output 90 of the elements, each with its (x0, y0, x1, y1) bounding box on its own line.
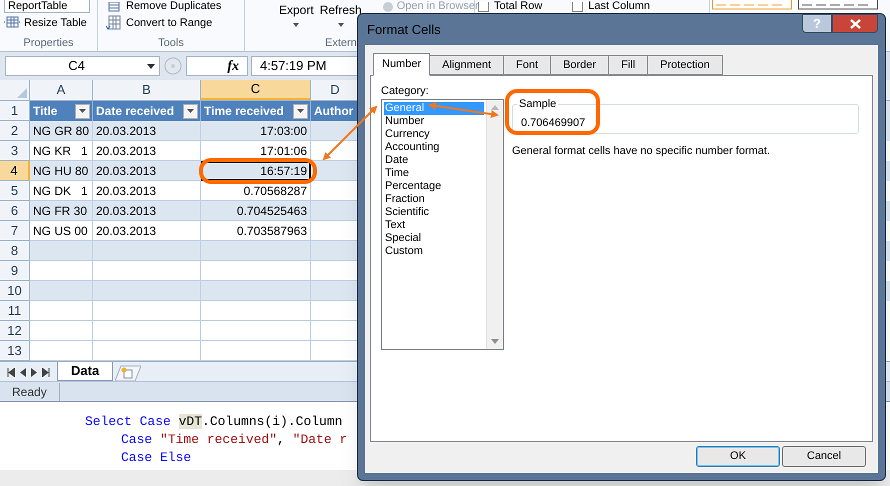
dialog-button[interactable]: OK (696, 446, 780, 467)
category-item[interactable]: Fraction (384, 193, 484, 206)
column-title: Date received (96, 103, 176, 120)
sample-label: Sample (518, 97, 558, 112)
table-style-thumbnail[interactable] (712, 0, 792, 10)
scrollbar[interactable] (486, 100, 503, 349)
row-header[interactable]: 6 (0, 201, 30, 221)
row-header[interactable]: 5 (0, 181, 30, 201)
category-item[interactable]: Scientific (384, 206, 484, 219)
scroll-down-icon[interactable] (491, 339, 499, 344)
grip-icon[interactable] (163, 56, 183, 76)
ribbon-button[interactable]: Export (279, 0, 314, 34)
first-sheet-icon[interactable] (7, 368, 15, 376)
checkbox[interactable]: Total Row (478, 0, 542, 13)
category-item[interactable]: Accounting (384, 141, 484, 154)
caret-icon (187, 109, 194, 113)
dialog-title: Format Cells (366, 20, 441, 39)
dialog-tab[interactable]: Alignment (429, 55, 504, 75)
ribbon-button[interactable]: Refresh (320, 0, 362, 34)
table-name-field[interactable]: ReportTable (4, 0, 90, 13)
code-line: Case "Time received", "Date r (121, 431, 348, 449)
close-icon (850, 18, 860, 28)
dialog-tab[interactable]: Fill (608, 55, 648, 75)
sample-value: 0.706469907 (520, 116, 586, 130)
close-button[interactable] (832, 14, 878, 33)
filter-button[interactable] (293, 104, 308, 118)
category-item[interactable]: Currency (384, 128, 484, 141)
row-header[interactable]: 2 (0, 121, 30, 141)
row-header[interactable]: 3 (0, 141, 30, 161)
caret-icon (297, 109, 304, 113)
caret-icon[interactable] (147, 64, 155, 68)
row-header[interactable]: 9 (0, 261, 30, 281)
caret-icon (79, 109, 86, 113)
next-sheet-icon[interactable] (31, 368, 37, 376)
dialog-tab[interactable]: Number (373, 53, 430, 76)
convert-to-range-button[interactable]: Convert to Range (106, 14, 236, 32)
format-description: General format cells have no specific number format. (512, 144, 772, 159)
column-header[interactable]: A (30, 80, 93, 100)
status-text: Ready (0, 382, 60, 400)
category-list[interactable]: General Number Currency Accounting Date Time Percentage Fraction Scientific Text Special Custom (381, 99, 504, 350)
category-item[interactable]: Date (384, 154, 484, 167)
resize-table-button[interactable]: Resize Table (4, 14, 93, 32)
row-header[interactable]: 1 (0, 101, 30, 121)
table-style-thumbnail[interactable] (798, 0, 878, 10)
column-header[interactable]: C (201, 80, 311, 100)
code-line: Select Case vDT.Columns(i).Column (85, 413, 342, 431)
category-item[interactable]: Text (384, 219, 484, 232)
row-header[interactable]: 13 (0, 341, 30, 361)
dialog-tab[interactable]: Protection (647, 55, 723, 75)
last-sheet-icon[interactable] (42, 368, 50, 376)
remove-duplicates-button[interactable]: Remove Duplicates (106, 0, 236, 13)
column-title: Time received (204, 103, 285, 120)
table-cell: 17:01:06 (201, 141, 311, 161)
group-label: Extern (324, 36, 357, 50)
caret-icon (338, 23, 344, 27)
annotation-arrow (428, 102, 499, 118)
row-header[interactable]: 10 (0, 281, 30, 301)
category-item[interactable]: Special (384, 232, 484, 245)
name-box[interactable]: C4 (5, 56, 160, 76)
row-header[interactable]: 4 (0, 161, 30, 181)
filter-button[interactable] (75, 104, 90, 118)
category-item[interactable]: Number (384, 115, 484, 128)
column-title: Title (33, 103, 58, 120)
row-header[interactable]: 7 (0, 221, 30, 241)
category-item[interactable]: Time (384, 167, 484, 180)
new-sheet-icon[interactable] (115, 365, 142, 381)
row-header[interactable]: 12 (0, 321, 30, 341)
checkbox[interactable]: Last Column (572, 0, 650, 13)
column-title: Author (314, 103, 354, 120)
row-header[interactable]: 8 (0, 241, 30, 261)
dialog-button[interactable]: Cancel (782, 446, 866, 467)
group-label: Properties (22, 36, 75, 50)
previous-sheet-icon[interactable] (20, 368, 26, 376)
dialog-tab[interactable]: Border (550, 55, 610, 75)
row-header[interactable]: 11 (0, 301, 30, 321)
category-label: Category: (381, 85, 430, 99)
sheet-tab[interactable]: Data (57, 362, 114, 381)
caret-icon (293, 23, 300, 27)
table-cell: 16:57:19 (201, 161, 311, 181)
category-item[interactable]: Custom (384, 245, 484, 258)
filter-button[interactable] (183, 104, 198, 118)
category-item[interactable]: Percentage (384, 180, 484, 193)
group-label: Tools (157, 36, 185, 50)
dialog-tab[interactable]: Font (503, 55, 552, 75)
code-line: Case Else (121, 449, 192, 467)
checkbox-box[interactable] (478, 2, 489, 12)
cell-reference: C4 (67, 57, 86, 76)
table-icon (106, 15, 122, 32)
table-icon (4, 16, 20, 30)
checkbox-box[interactable] (572, 2, 584, 12)
